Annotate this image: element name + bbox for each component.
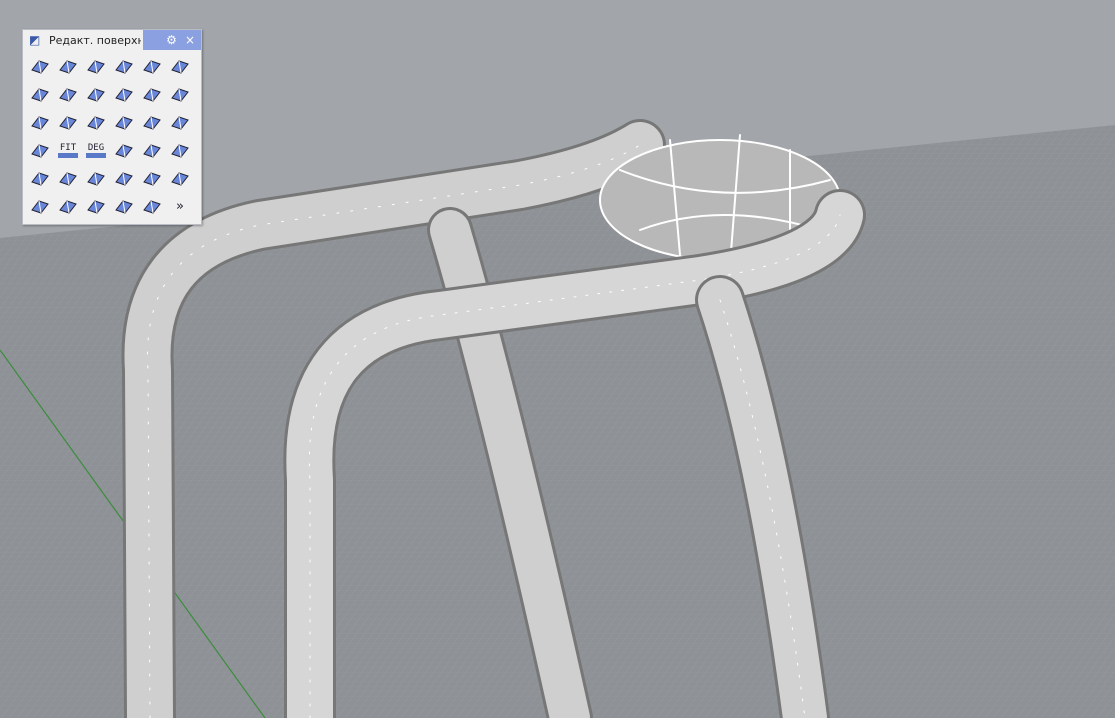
gear-icon[interactable]: ⚙ [166, 33, 177, 47]
toolbar-button-extrude-surface[interactable] [82, 108, 110, 136]
toolbar-button-point-on-target[interactable] [166, 136, 194, 164]
chamfer-surface-icon [143, 60, 161, 74]
shrink-trimmed-icon [31, 172, 49, 186]
surface-edit-icon [59, 200, 77, 214]
toolbar-button-arch[interactable] [110, 108, 138, 136]
toolbar-button-connect-surface[interactable] [54, 52, 82, 80]
bend-surface-icon [115, 88, 133, 102]
pen-surface-icon [171, 172, 189, 186]
toolbar-titlebar[interactable]: ◩ Редакт. поверхн ⚙ × [23, 30, 201, 50]
solid-control-points-icon [87, 172, 105, 186]
blend-surface-icon [31, 60, 49, 74]
offset-surface-icon [59, 88, 77, 102]
toolbar-button-chamfer-surface[interactable] [138, 52, 166, 80]
match-surface-icon [171, 60, 189, 74]
transform-cage-icon [87, 88, 105, 102]
toolbar-button-variable-fillet[interactable] [26, 80, 54, 108]
symmetry-surface-icon [31, 116, 49, 130]
toolbar-button-surface-edit[interactable] [54, 192, 82, 220]
connect-surface-icon [59, 60, 77, 74]
person-push-icon [143, 144, 161, 158]
toolbar-button-set-pt[interactable] [54, 108, 82, 136]
toolbar-button-extend-surface[interactable] [82, 52, 110, 80]
unroll-icon [87, 200, 105, 214]
toolbar-button-wave-surface[interactable] [138, 108, 166, 136]
toolbar-button-offset-surface[interactable] [54, 80, 82, 108]
fillet-surface-icon [115, 60, 133, 74]
toolbar-button-merge-surface[interactable] [138, 80, 166, 108]
toolbar-button-fit[interactable]: FIT [54, 136, 82, 164]
person-box-icon [31, 144, 49, 158]
arch-icon [115, 116, 133, 130]
toolbar-overflow-button[interactable]: » [166, 192, 194, 220]
toolbar-button-remove-knot[interactable] [110, 192, 138, 220]
variable-fillet-icon [31, 88, 49, 102]
toolbar-button-degree[interactable]: DEG [82, 136, 110, 164]
merge-surface-icon [143, 88, 161, 102]
wave-surface-icon [143, 116, 161, 130]
toolbar-button-unroll[interactable] [82, 192, 110, 220]
degree-icon: DEG [85, 143, 107, 158]
toolbar-button-fillet-surface[interactable] [110, 52, 138, 80]
toolbar-button-bend-surface[interactable] [110, 80, 138, 108]
extrude-surface-icon [87, 116, 105, 130]
person-table-icon [171, 116, 189, 130]
toolbar-title: Редакт. поверхн [49, 33, 141, 47]
bug-icon [31, 200, 49, 214]
surface-toolbar-icon: ◩ [29, 33, 41, 47]
toolbar-button-match-surface[interactable] [166, 52, 194, 80]
toolbar-button-split-surface[interactable] [166, 80, 194, 108]
toolbar-button-transform-cage[interactable] [82, 80, 110, 108]
toolbar-button-grid: FIT DEG » [23, 50, 201, 222]
cylinder-icon [115, 172, 133, 186]
toolbar-button-blend-surface[interactable] [26, 52, 54, 80]
fit-icon: FIT [57, 143, 79, 158]
set-pt-icon [59, 116, 77, 130]
point-on-target-icon [171, 144, 189, 158]
extend-surface-icon [87, 60, 105, 74]
toolbar-button-person-table[interactable] [166, 108, 194, 136]
close-button[interactable]: × [185, 33, 195, 47]
triangle-points-icon [143, 172, 161, 186]
toolbar-button-person-box[interactable] [26, 136, 54, 164]
toolbar-button-knife-cut[interactable] [110, 136, 138, 164]
toolbar-button-pen-surface[interactable] [166, 164, 194, 192]
toolbar-button-symmetry-surface[interactable] [26, 108, 54, 136]
toolbar-button-bug[interactable] [26, 192, 54, 220]
zebra-analysis-icon [143, 200, 161, 214]
toolbar-button-zebra-analysis[interactable] [138, 192, 166, 220]
remove-knot-icon [115, 200, 133, 214]
toolbar-button-shrink-trimmed[interactable] [26, 164, 54, 192]
toolbar-button-person-push[interactable] [138, 136, 166, 164]
surface-edit-toolbar[interactable]: ◩ Редакт. поверхн ⚙ × FIT DEG » [22, 29, 202, 225]
toolbar-button-triangle-points[interactable] [138, 164, 166, 192]
split-surface-icon [171, 88, 189, 102]
knife-cut-icon [115, 144, 133, 158]
toolbar-button-solid-control-points[interactable] [82, 164, 110, 192]
control-points-circle-icon [59, 172, 77, 186]
toolbar-button-cylinder[interactable] [110, 164, 138, 192]
toolbar-button-control-points-circle[interactable] [54, 164, 82, 192]
